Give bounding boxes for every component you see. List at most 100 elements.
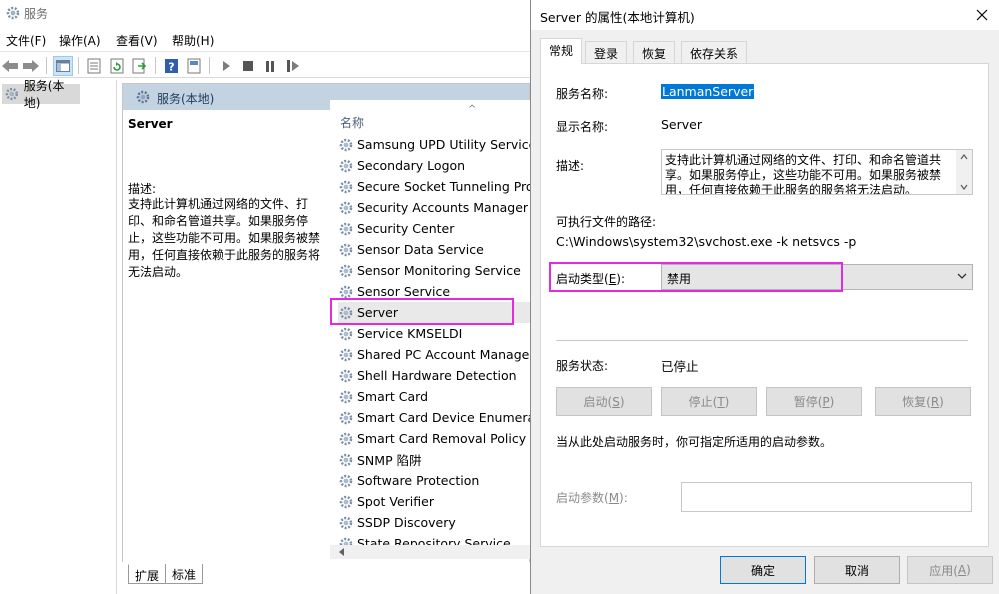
menu-action[interactable]: 操作(A)	[59, 32, 101, 49]
service-name: Smart Card	[357, 389, 429, 404]
service-description-area: Server 描述: 支持此计算机通过网络的文件、打印、和命名管道共享。如果服务…	[123, 110, 328, 560]
toolbar-separator	[209, 57, 210, 74]
general-tab-body: 服务名称: LanmanServer 显示名称: Server 描述: 支持此计…	[540, 63, 989, 547]
service-status-value: 已停止	[661, 359, 699, 374]
service-name: Security Center	[357, 221, 455, 236]
start-params-input[interactable]	[681, 482, 972, 512]
service-row[interactable]: Security Accounts Manager	[338, 197, 530, 218]
back-arrow-icon[interactable]	[0, 56, 20, 76]
stop-service-icon[interactable]	[238, 56, 258, 76]
service-gear-icon	[339, 159, 353, 172]
stop-button[interactable]: 停止(T)	[661, 387, 757, 416]
service-name: Shared PC Account Manager	[357, 347, 530, 362]
service-row[interactable]: Sensor Monitoring Service	[338, 260, 530, 281]
service-row[interactable]: Shared PC Account Manager	[338, 344, 530, 365]
service-row[interactable]: Samsung UPD Utility Service	[338, 134, 530, 155]
scroll-down-icon[interactable]	[960, 184, 968, 190]
apply-button[interactable]: 应用(A)	[907, 556, 993, 584]
service-gear-icon	[339, 495, 353, 508]
service-name: Sensor Service	[357, 284, 451, 299]
start-service-play-icon[interactable]	[216, 56, 236, 76]
service-row[interactable]: Secondary Logon	[338, 155, 530, 176]
display-name-value[interactable]: Server	[661, 117, 702, 132]
services-gear-icon	[6, 6, 20, 20]
service-row[interactable]: Smart Card Removal Policy	[338, 428, 530, 449]
server-highlight-box	[330, 298, 514, 325]
display-name-label: 显示名称:	[556, 120, 609, 134]
service-name-value[interactable]: LanmanServer	[661, 84, 755, 99]
service-name: Spot Verifier	[357, 494, 434, 509]
service-gear-icon	[339, 369, 353, 382]
tab-extended[interactable]: 扩展	[128, 564, 167, 584]
view-tabs: 扩展 标准	[122, 562, 530, 586]
scroll-left-icon[interactable]	[338, 548, 346, 556]
horizontal-scrollbar[interactable]	[330, 545, 530, 559]
refresh-icon[interactable]	[107, 56, 127, 76]
service-row[interactable]: State Repository Service	[338, 533, 530, 545]
service-row[interactable]: Smart Card Device Enumeratio	[338, 407, 530, 428]
service-row[interactable]: Smart Card	[338, 386, 530, 407]
pause-button[interactable]: 暂停(P)	[766, 387, 862, 416]
tab-dependencies[interactable]: 依存关系	[681, 41, 748, 63]
panel-title: 服务(本地)	[157, 92, 215, 106]
service-gear-icon	[339, 327, 353, 340]
service-row[interactable]: Service KMSELDI	[338, 323, 530, 344]
description-textbox[interactable]: 支持此计算机通过网络的文件、打印、和命名管道共享。如果服务停止，这些功能不可用。…	[661, 149, 973, 195]
section-divider	[556, 340, 968, 341]
pause-service-icon[interactable]	[260, 56, 280, 76]
scroll-up-icon[interactable]	[960, 154, 968, 160]
service-name-label: 服务名称:	[556, 87, 609, 101]
service-name: SNMP 陷阱	[357, 453, 422, 468]
dialog-title-bar: Server 的属性(本地计算机)	[531, 0, 999, 30]
resume-button[interactable]: 恢复(R)	[875, 387, 971, 416]
selected-service-name: Server	[128, 117, 173, 131]
column-header-name[interactable]: 名称	[340, 114, 364, 131]
restart-service-icon[interactable]	[283, 56, 303, 76]
export-list-icon[interactable]	[130, 56, 150, 76]
tree-node-services-local[interactable]: 服务(本地)	[2, 79, 80, 110]
service-name: Service KMSELDI	[357, 326, 463, 341]
service-row[interactable]: Spot Verifier	[338, 491, 530, 512]
menu-view[interactable]: 查看(V)	[116, 32, 158, 49]
service-gear-icon	[339, 138, 353, 151]
service-gear-icon	[339, 516, 353, 529]
console-view-icon[interactable]	[184, 56, 204, 76]
service-name: State Repository Service	[357, 536, 511, 545]
path-value[interactable]: C:\Windows\system32\svchost.exe -k netsv…	[556, 234, 856, 249]
service-row[interactable]: Software Protection	[338, 470, 530, 491]
forward-arrow-icon[interactable]	[21, 56, 41, 76]
service-name: Shell Hardware Detection	[357, 368, 517, 383]
service-gear-icon	[339, 411, 353, 424]
start-params-label: 启动参数(M):	[556, 491, 628, 505]
tab-general[interactable]: 常规	[540, 38, 583, 64]
tab-standard[interactable]: 标准	[165, 564, 204, 584]
service-row[interactable]: Secure Socket Tunneling Proto	[338, 176, 530, 197]
tab-logon[interactable]: 登录	[585, 41, 628, 63]
services-gear-icon	[5, 87, 18, 101]
description-text: 支持此计算机通过网络的文件、打印、和命名管道共享。如果服务停止，这些功能不可用。…	[665, 153, 942, 195]
service-row[interactable]: Shell Hardware Detection	[338, 365, 530, 386]
service-gear-icon	[339, 348, 353, 361]
toolbar-separator	[155, 57, 156, 74]
tree-node-label: 服务(本地)	[23, 79, 65, 110]
help-icon[interactable]: ?	[161, 56, 181, 76]
cancel-button[interactable]: 取消	[814, 556, 900, 584]
service-row[interactable]: SSDP Discovery	[338, 512, 530, 533]
close-icon[interactable]	[973, 6, 991, 24]
ok-button[interactable]: 确定	[720, 556, 806, 584]
properties-sheet-icon[interactable]	[84, 56, 104, 76]
service-gear-icon	[339, 390, 353, 403]
sort-ascending-icon: ^	[468, 104, 477, 115]
service-status-label: 服务状态:	[556, 359, 609, 373]
show-tree-icon[interactable]	[53, 56, 73, 76]
service-row[interactable]: SNMP 陷阱	[338, 449, 530, 470]
menu-help[interactable]: 帮助(H)	[172, 32, 214, 49]
description-scrollbar[interactable]	[956, 150, 972, 194]
startup-highlight-box	[549, 262, 843, 292]
tab-recovery[interactable]: 恢复	[633, 41, 676, 63]
start-button[interactable]: 启动(S)	[556, 387, 652, 416]
menu-file[interactable]: 文件(F)	[6, 32, 46, 49]
window-title: 服务	[24, 7, 49, 21]
service-row[interactable]: Sensor Data Service	[338, 239, 530, 260]
service-row[interactable]: Security Center	[338, 218, 530, 239]
